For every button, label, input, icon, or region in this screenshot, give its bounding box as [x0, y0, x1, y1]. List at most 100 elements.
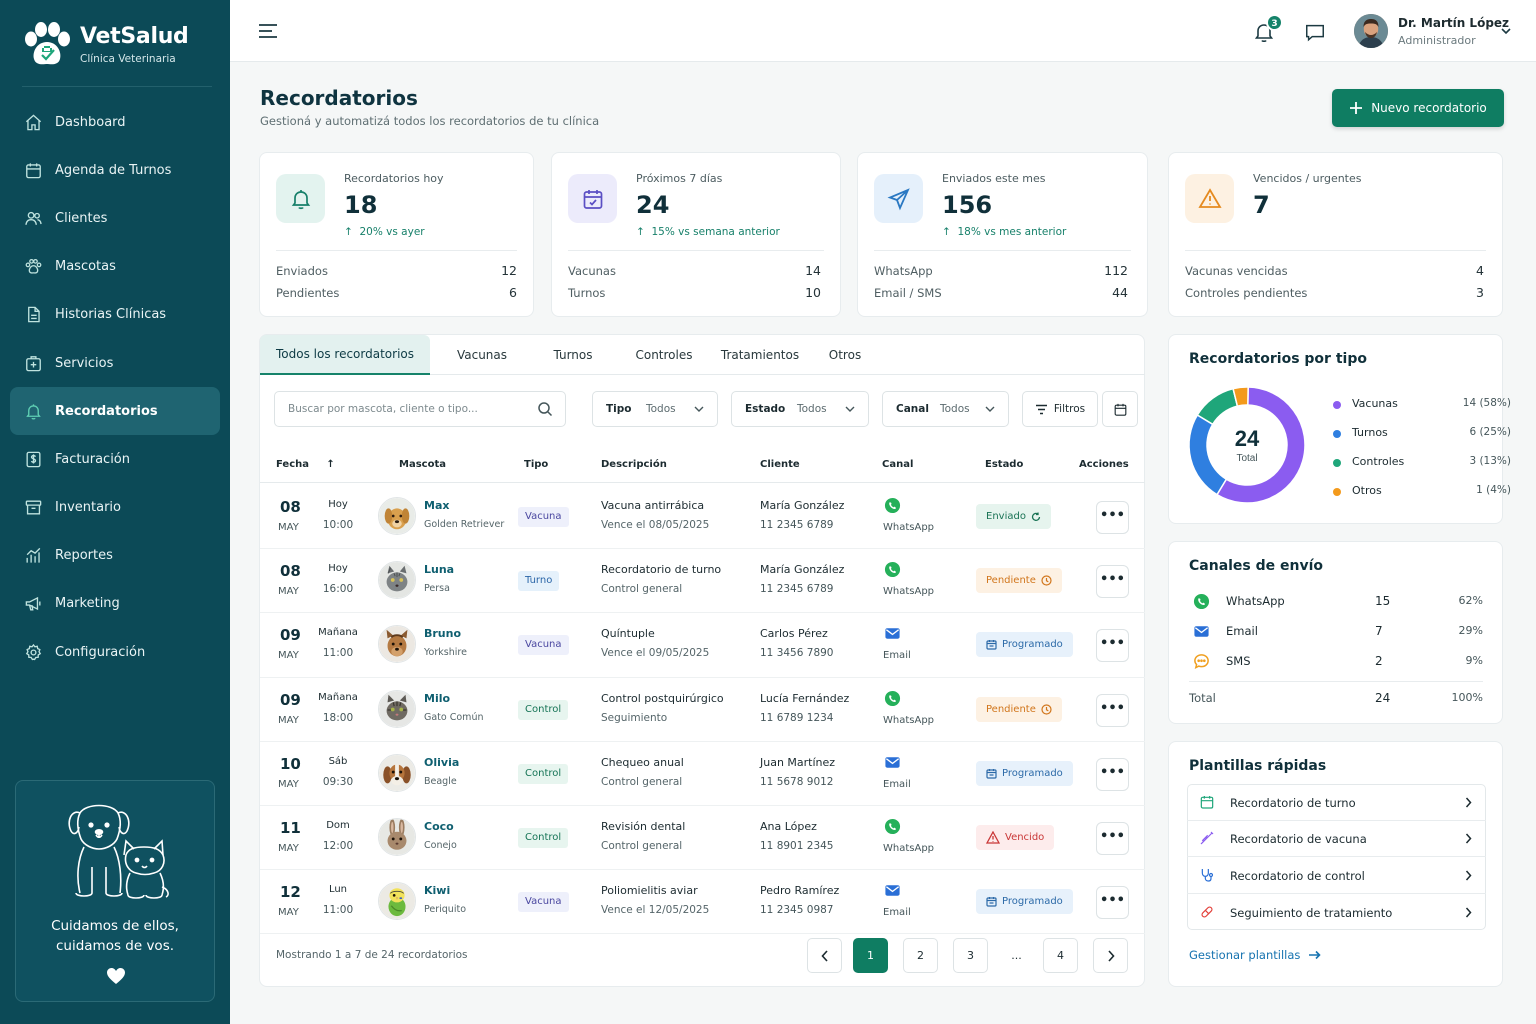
- table-row[interactable]: 08 MAY Hoy 10:00 Max Golden Retriever Vacuna Va…: [260, 485, 1145, 550]
- sidebar-item-agenda[interactable]: Agenda de Turnos: [10, 146, 220, 194]
- bell-icon: [26, 404, 41, 420]
- paw-icon: [25, 259, 42, 274]
- menu-icon[interactable]: [258, 22, 278, 40]
- stat-trend: ↑ 20% vs ayer: [344, 226, 425, 238]
- tab-controles[interactable]: Controles: [622, 335, 706, 375]
- table-row[interactable]: 09 MAY Mañana 11:00 Bruno Yorkshire Vacuna Quín…: [260, 613, 1145, 678]
- pet-name[interactable]: Kiwi: [424, 884, 450, 897]
- row-actions-button[interactable]: •••: [1096, 693, 1129, 727]
- new-reminder-button[interactable]: Nuevo recordatorio: [1332, 89, 1504, 127]
- row-time: 12:00: [322, 840, 354, 852]
- next-page-button[interactable]: [1093, 938, 1128, 973]
- row-channel: Email: [883, 778, 911, 790]
- sidebar-item-recordatorios[interactable]: Recordatorios: [10, 387, 220, 436]
- search-placeholder: Buscar por mascota, cliente o tipo...: [288, 403, 478, 415]
- calendar-filter-button[interactable]: [1102, 391, 1138, 427]
- page-button-1[interactable]: 1: [853, 938, 888, 973]
- reminders-table-card: Todos los recordatorios Vacunas Turnos C…: [259, 334, 1145, 987]
- sidebar-item-mascotas[interactable]: Mascotas: [10, 243, 220, 291]
- row-actions-button[interactable]: •••: [1096, 886, 1129, 920]
- tipo-select[interactable]: Tipo Todos: [592, 391, 718, 427]
- page-button-3[interactable]: 3: [953, 938, 988, 973]
- template-item-control[interactable]: Recordatorio de control: [1187, 857, 1486, 894]
- check-refresh-icon: [1031, 512, 1041, 521]
- status-badge: Programado: [976, 889, 1073, 915]
- col-fecha[interactable]: Fecha ↑: [276, 459, 335, 470]
- stat-card-sent-month: Enviados este mes 156 ↑ 18% vs mes anter…: [857, 152, 1148, 317]
- pet-name[interactable]: Luna: [424, 563, 454, 576]
- tab-vacunas[interactable]: Vacunas: [446, 335, 518, 375]
- user-name[interactable]: Dr. Martín López: [1398, 16, 1509, 30]
- search-icon: [538, 402, 553, 417]
- table-row[interactable]: 08 MAY Hoy 16:00 Luna Persa Turno Recordatorio …: [260, 549, 1145, 614]
- whatsapp-icon: [1193, 593, 1210, 610]
- type-badge: Control: [518, 828, 569, 848]
- send-icon: [887, 187, 910, 210]
- row-month: MAY: [278, 522, 299, 533]
- clock-icon: [1041, 703, 1052, 715]
- search-input[interactable]: Buscar por mascota, cliente o tipo...: [274, 391, 566, 427]
- row-actions-button[interactable]: •••: [1096, 757, 1129, 791]
- pet-name[interactable]: Coco: [424, 820, 454, 833]
- tab-otros[interactable]: Otros: [820, 335, 870, 375]
- stat-label: Enviados este mes: [942, 172, 1046, 185]
- row-month: MAY: [278, 586, 299, 598]
- estado-select[interactable]: Estado Todos: [731, 391, 869, 427]
- whatsapp-icon: [884, 562, 901, 578]
- col-canal: Canal: [882, 459, 914, 470]
- page-button-4[interactable]: 4: [1043, 938, 1078, 973]
- table-row[interactable]: 10 MAY Sáb 09:30 Olivia Beagle Control Chequeo …: [260, 742, 1145, 806]
- sidebar-item-reportes[interactable]: Reportes: [10, 532, 220, 580]
- row-actions-button[interactable]: •••: [1096, 822, 1129, 855]
- promo-line-2: cuidamos de vos.: [55, 938, 175, 954]
- table-row[interactable]: 09 MAY Mañana 18:00 Milo Gato Común Control Con…: [260, 678, 1145, 742]
- row-relative-day: Hoy: [328, 499, 348, 510]
- template-item-vacuna[interactable]: Recordatorio de vacuna: [1187, 820, 1486, 857]
- pet-name[interactable]: Milo: [424, 692, 450, 705]
- sidebar-item-historias[interactable]: Historias Clínicas: [10, 291, 220, 339]
- messages-icon[interactable]: [1304, 21, 1326, 43]
- page-button-2[interactable]: 2: [903, 938, 938, 973]
- stat-row-value: 10: [805, 285, 821, 300]
- pet-name[interactable]: Max: [424, 499, 449, 512]
- legend-value: 6 (25%): [1469, 426, 1511, 438]
- sidebar-item-servicios[interactable]: Servicios: [10, 339, 220, 387]
- pet-name[interactable]: Bruno: [424, 627, 461, 640]
- row-actions-button[interactable]: •••: [1096, 565, 1129, 599]
- canal-select[interactable]: Canal Todos: [882, 391, 1009, 427]
- sidebar-item-facturacion[interactable]: Facturación: [10, 435, 220, 483]
- stat-card-overdue: Vencidos / urgentes 7 Vacunas vencidas 4…: [1168, 152, 1503, 317]
- sidebar-item-clientes[interactable]: Clientes: [10, 194, 220, 242]
- template-item-tratamiento[interactable]: Seguimiento de tratamiento: [1187, 894, 1486, 931]
- filters-button[interactable]: Filtros: [1022, 391, 1098, 427]
- sidebar-item-dashboard[interactable]: Dashboard: [10, 98, 220, 146]
- sidebar-item-marketing[interactable]: Marketing: [10, 580, 220, 628]
- sidebar-item-inventario[interactable]: Inventario: [10, 484, 220, 532]
- pet-name[interactable]: Olivia: [424, 756, 459, 769]
- tab-todos[interactable]: Todos los recordatorios: [260, 335, 430, 375]
- brand-subtitle: Clínica Veterinaria: [80, 53, 176, 65]
- template-item-turno[interactable]: Recordatorio de turno: [1187, 784, 1486, 821]
- tabs-bar: Todos los recordatorios Vacunas Turnos C…: [260, 335, 1145, 375]
- chevron-down-icon[interactable]: [1500, 26, 1512, 36]
- sidebar-item-configuracion[interactable]: Configuración: [10, 628, 220, 676]
- table-row[interactable]: 11 MAY Dom 12:00 Coco Conejo Control Revisión d…: [260, 806, 1145, 871]
- tab-tratamientos[interactable]: Tratamientos: [710, 335, 810, 375]
- stat-divider: [874, 250, 1131, 251]
- prev-page-button[interactable]: [807, 938, 842, 973]
- row-description-detail: Vence el 09/05/2025: [601, 647, 710, 660]
- sidebar-item-label: Recordatorios: [55, 403, 158, 419]
- col-acciones: Acciones: [1079, 459, 1129, 470]
- brand[interactable]: VetSalud Clínica Veterinaria: [22, 20, 212, 70]
- row-description-detail: Vence el 08/05/2025: [601, 519, 710, 531]
- status-label: Enviado: [986, 511, 1026, 522]
- row-actions-button[interactable]: •••: [1096, 501, 1129, 534]
- table-row[interactable]: 12 MAY Lun 11:00 Kiwi Periquito Vacuna Poliomie…: [260, 870, 1145, 935]
- stat-icon-wrap: [568, 174, 617, 223]
- tab-turnos[interactable]: Turnos: [540, 335, 606, 375]
- row-actions-button[interactable]: •••: [1096, 629, 1129, 663]
- user-avatar[interactable]: [1354, 14, 1388, 48]
- channels-card: Canales de envío WhatsApp 15 62% Email 7…: [1168, 541, 1503, 724]
- manage-templates-link[interactable]: Gestionar plantillas: [1189, 948, 1322, 962]
- chart-title: Recordatorios por tipo: [1189, 351, 1367, 367]
